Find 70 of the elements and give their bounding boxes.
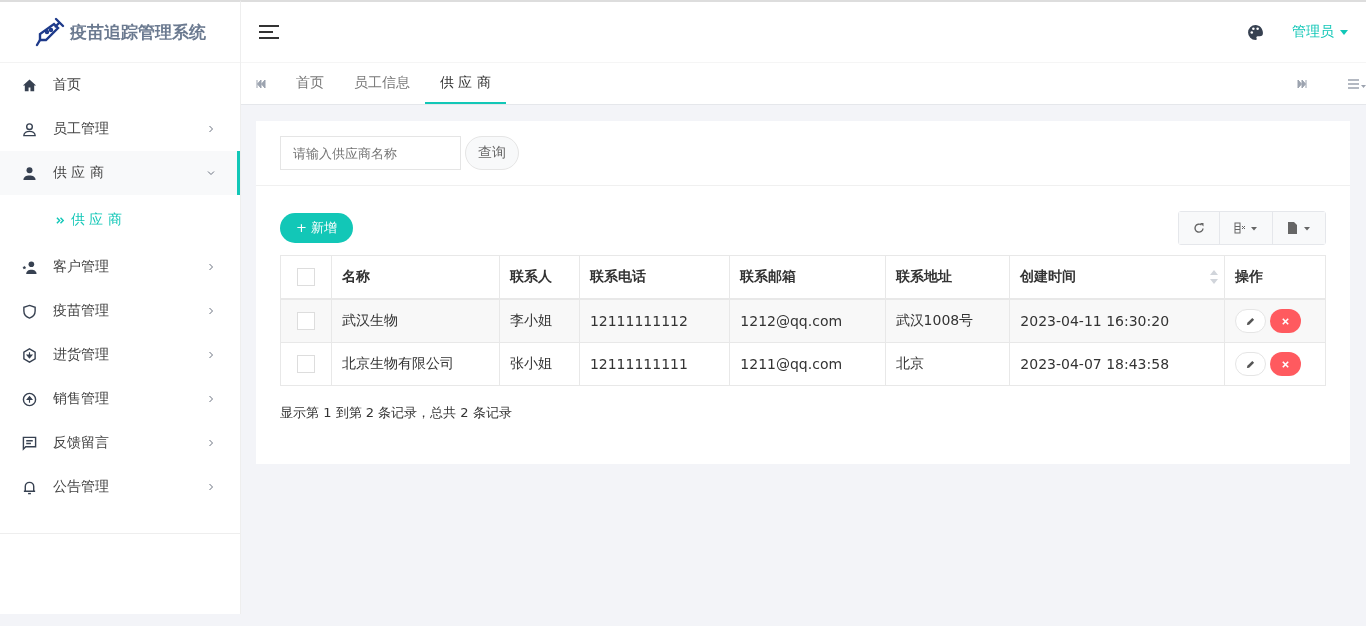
sidebar-item[interactable]: 疫苗管理 <box>0 289 240 333</box>
chevron-icon <box>207 483 215 491</box>
home-icon <box>22 77 37 93</box>
table-cell: 12111111112 <box>579 299 730 343</box>
chevron-icon <box>207 395 215 403</box>
table-cell: 北京生物有限公司 <box>331 342 500 386</box>
sort-icon[interactable] <box>1210 270 1218 284</box>
chevron-icon <box>207 439 215 447</box>
refresh-icon <box>1193 222 1205 234</box>
sidebar-item[interactable]: 销售管理 <box>0 377 240 421</box>
pencil-icon <box>1246 359 1255 369</box>
table-cell: 2023-04-07 18:43:58 <box>1009 342 1225 386</box>
table-cell: 北京 <box>885 342 1010 386</box>
sidebar-item[interactable]: 首页 <box>0 63 240 107</box>
list-menu-icon[interactable] <box>1348 78 1366 89</box>
app-title: 疫苗追踪管理系统 <box>70 20 206 44</box>
page-tab[interactable]: 首页 <box>281 63 339 104</box>
chevron-icon <box>207 169 215 177</box>
pencil-icon <box>1246 316 1255 326</box>
table-cell: 武汉生物 <box>331 299 500 343</box>
edit-button[interactable] <box>1235 309 1266 333</box>
refresh-button[interactable] <box>1179 212 1219 244</box>
checkbox[interactable] <box>297 268 315 286</box>
sidebar-item[interactable]: 公告管理 <box>0 465 240 509</box>
double-chevron-icon <box>56 215 65 225</box>
shield-icon <box>22 303 37 319</box>
chevron-icon <box>207 307 215 315</box>
sidebar-item[interactable]: 员工管理 <box>0 107 240 151</box>
table-cell: 12111111111 <box>579 342 730 386</box>
table-cell: 1211@qq.com <box>729 342 886 386</box>
table-cell: 李小姐 <box>499 299 580 343</box>
circle-up-icon <box>22 391 37 407</box>
table-cell: 张小姐 <box>499 342 580 386</box>
checkbox[interactable] <box>297 312 315 330</box>
sidebar-item[interactable]: 客户管理 <box>0 245 240 289</box>
chevron-icon <box>207 263 215 271</box>
chevron-icon <box>207 351 215 359</box>
palette-icon[interactable] <box>1247 23 1264 41</box>
delete-button[interactable] <box>1270 309 1301 333</box>
page-tab[interactable]: 供 应 商 <box>425 63 506 104</box>
syringe-logo-icon <box>34 16 66 48</box>
skip-back-icon[interactable] <box>256 79 266 88</box>
skip-forward-icon[interactable] <box>1297 79 1307 88</box>
columns-icon <box>1234 222 1258 234</box>
chevron-icon <box>207 125 215 133</box>
close-icon <box>1281 359 1290 369</box>
page-tab[interactable]: 员工信息 <box>339 63 425 104</box>
sidebar-item[interactable]: 供 应 商 <box>0 151 240 195</box>
delete-button[interactable] <box>1270 352 1301 376</box>
hex-down-icon <box>22 347 37 363</box>
table-cell: 2023-04-11 16:30:20 <box>1009 299 1225 343</box>
sidebar-item[interactable]: 反馈留言 <box>0 421 240 465</box>
export-button[interactable] <box>1272 212 1325 244</box>
checkbox[interactable] <box>297 355 315 373</box>
search-field[interactable]: 请输入供应商名称 <box>280 136 461 170</box>
file-icon <box>1287 222 1311 234</box>
user-star-icon <box>22 259 37 275</box>
table-cell: 武汉1008号 <box>885 299 1010 343</box>
table-cell: 1212@qq.com <box>729 299 886 343</box>
menu-icon[interactable] <box>259 25 279 39</box>
bell-icon <box>22 479 37 495</box>
user-outline-icon <box>22 121 37 137</box>
user-icon <box>22 165 37 181</box>
close-icon <box>1281 316 1290 326</box>
pagination-info: 显示第 1 到第 2 条记录，总共 2 条记录 <box>280 404 513 422</box>
sidebar-item[interactable]: 进货管理 <box>0 333 240 377</box>
search-button[interactable]: 查询 <box>465 136 519 170</box>
caret-icon <box>1340 29 1348 35</box>
edit-button[interactable] <box>1235 352 1266 376</box>
message-icon <box>22 435 37 451</box>
